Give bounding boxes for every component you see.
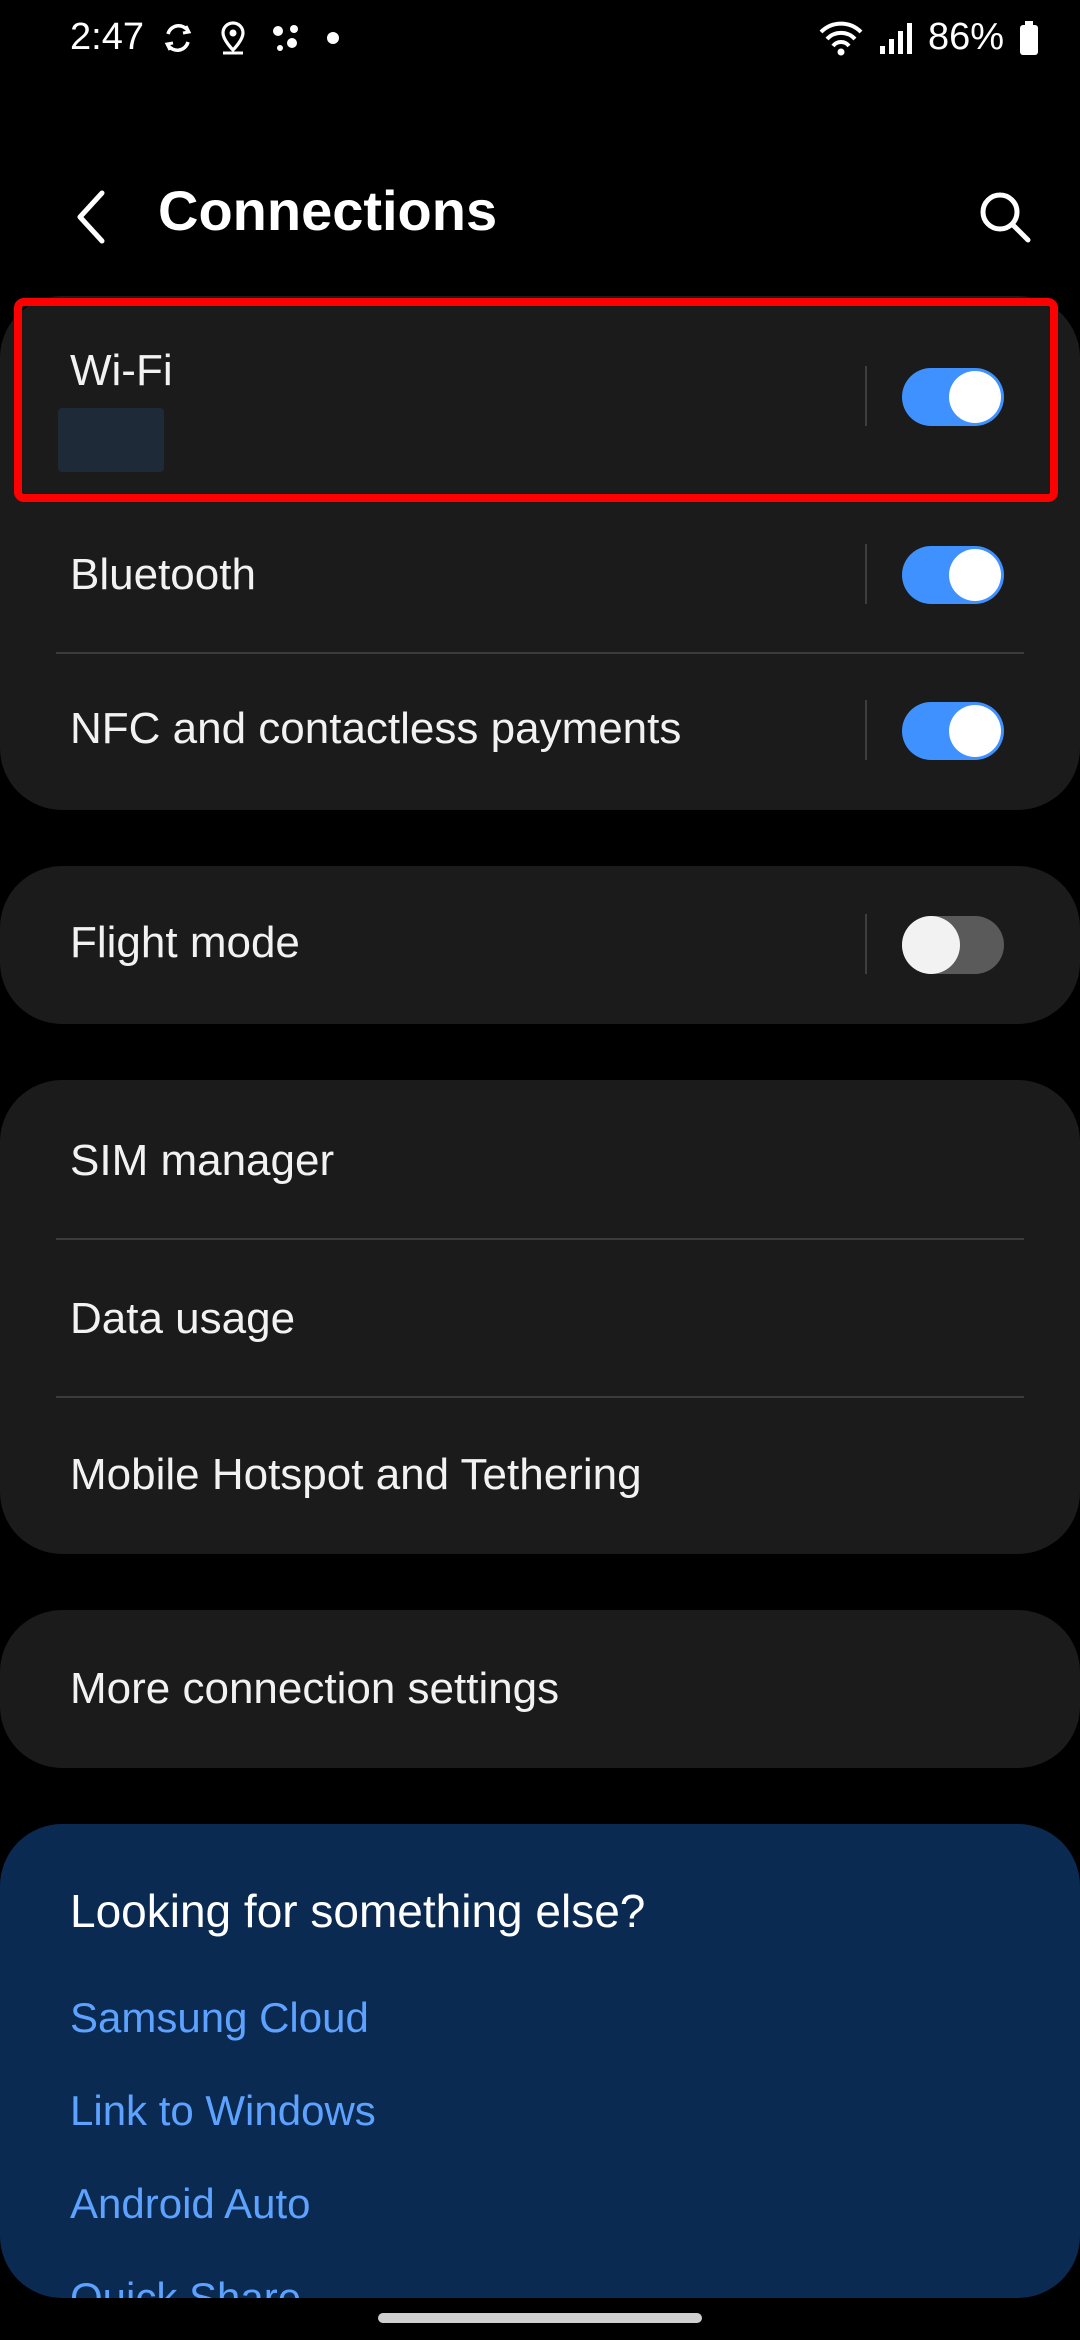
suggestions-title: Looking for something else?	[70, 1885, 646, 1937]
wifi-highlight-box	[14, 298, 1058, 502]
status-time: 2:47	[70, 16, 144, 58]
android-auto-link[interactable]: Android Auto	[70, 2180, 311, 2228]
battery-percent: 86%	[927, 16, 1004, 58]
suggestions-card: Looking for something else? Samsung Clou…	[0, 1824, 1080, 2298]
samsung-cloud-link[interactable]: Samsung Cloud	[70, 1994, 369, 2042]
row-divider	[865, 914, 867, 974]
location-icon	[221, 21, 245, 55]
toggle-knob	[949, 549, 1001, 601]
hotspot-label: Mobile Hotspot and Tethering	[70, 1450, 642, 1499]
status-bar: 2:47 86%	[0, 0, 1080, 84]
row-divider	[865, 544, 867, 604]
link-to-windows-link[interactable]: Link to Windows	[70, 2087, 376, 2135]
hotspot-row[interactable]: Mobile Hotspot and Tethering	[0, 1398, 1080, 1554]
signal-icon	[879, 22, 912, 54]
battery-icon	[1020, 20, 1038, 55]
nfc-row[interactable]: NFC and contactless payments	[0, 654, 1080, 810]
nfc-toggle[interactable]	[902, 702, 1004, 760]
nfc-label: NFC and contactless payments	[70, 704, 682, 753]
flight-mode-row[interactable]: Flight mode	[0, 866, 1080, 1024]
bluetooth-row[interactable]: Bluetooth	[0, 502, 1080, 652]
wifi-icon	[819, 21, 863, 55]
sim-manager-row[interactable]: SIM manager	[0, 1080, 1080, 1238]
data-usage-label: Data usage	[70, 1294, 296, 1343]
status-icons-left	[160, 20, 340, 56]
more-connection-settings-label: More connection settings	[70, 1664, 560, 1713]
bluetooth-label: Bluetooth	[70, 550, 256, 599]
app-header: Connections	[0, 160, 1080, 270]
more-connection-settings-row[interactable]: More connection settings	[0, 1610, 1080, 1768]
bluetooth-toggle[interactable]	[902, 546, 1004, 604]
sync-icon	[164, 24, 192, 52]
search-button[interactable]	[970, 182, 1040, 252]
toggle-knob	[902, 916, 960, 974]
flight-mode-toggle[interactable]	[902, 916, 1004, 974]
assistant-dots-icon	[273, 25, 298, 51]
toggle-knob	[949, 705, 1001, 757]
status-right: 86%	[818, 16, 1040, 59]
flight-mode-label: Flight mode	[70, 918, 300, 967]
page-title: Connections	[158, 179, 498, 242]
back-button[interactable]	[60, 182, 120, 252]
home-indicator[interactable]	[378, 2313, 702, 2323]
dot-icon	[327, 32, 339, 44]
quick-share-link[interactable]: Quick Share	[70, 2274, 301, 2298]
data-usage-row[interactable]: Data usage	[0, 1240, 1080, 1396]
search-icon	[980, 192, 1031, 243]
row-divider	[865, 700, 867, 760]
chevron-left-icon	[77, 190, 105, 244]
sim-manager-label: SIM manager	[70, 1136, 335, 1185]
